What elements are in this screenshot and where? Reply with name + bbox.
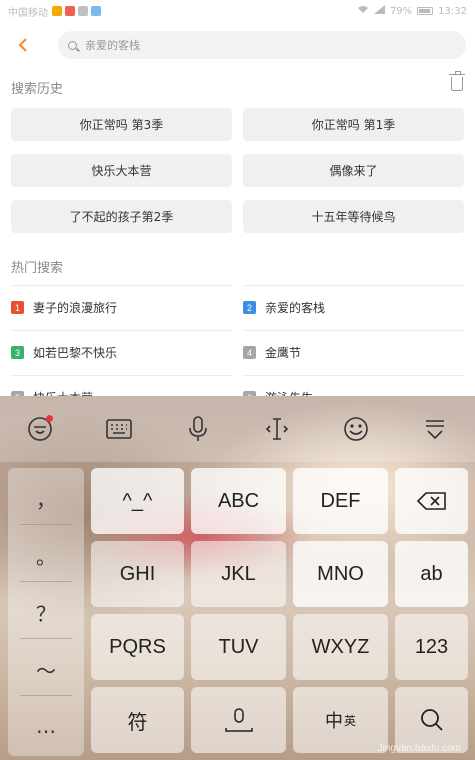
symbol-key[interactable]: ， [8,470,84,526]
key-wxyz[interactable]: WXYZ [293,614,388,680]
backspace-icon [416,492,446,510]
history-chip[interactable]: 你正常吗 第3季 [11,108,232,141]
backspace-key[interactable] [395,468,468,534]
key-emoticon[interactable]: ^_^ [91,468,184,534]
history-title: 搜索历史 [11,82,64,97]
symbol-key[interactable]: ～ [8,641,84,697]
keyboard-switch-button[interactable] [99,409,139,449]
wifi-icon [357,5,369,17]
search-input[interactable]: 亲爱的客栈 [58,31,466,59]
emoji-icon [344,417,369,441]
notification-app-icon [65,6,75,16]
watermark: Jingyan.baidu.com [377,743,461,754]
language-switch-key[interactable]: 中英 [293,687,388,753]
history-chip[interactable]: 快乐大本营 [11,154,232,187]
key-abc[interactable]: ABC [191,468,286,534]
key-def[interactable]: DEF [293,468,388,534]
hot-search-item[interactable]: 3 如若巴黎不快乐 [11,330,232,374]
battery-icon [417,7,434,15]
symbol-key[interactable]: ？ [8,584,84,640]
lang-main-label: 中 [324,711,343,731]
divider [20,638,72,639]
symbol-key[interactable]: 。 [8,527,84,583]
back-button[interactable] [0,22,46,68]
carrier-name: 中国移动 [8,7,48,19]
key-tuv[interactable]: TUV [191,614,286,680]
hide-keyboard-button[interactable] [415,409,455,449]
microphone-icon [224,708,253,732]
notification-dot [45,415,53,422]
trash-icon[interactable] [449,71,465,91]
space-key[interactable] [191,687,286,753]
search-placeholder: 亲爱的客栈 [85,39,140,52]
signal-icon [373,5,385,17]
key-symbols[interactable]: 符 [91,687,184,753]
cursor-button[interactable] [257,409,297,449]
key-mno[interactable]: MNO [293,541,388,607]
keyboard-icon [105,419,132,439]
status-bar: 中国移动 79% 13:32 [0,0,475,22]
history-chip[interactable]: 偶像来了 [243,154,464,187]
notification-icons [52,6,101,16]
chevron-left-icon [18,38,27,52]
battery-percent: 79% [389,5,413,17]
hide-keyboard-icon [426,420,445,440]
key-123[interactable]: 123 [395,614,468,680]
history-chip[interactable]: 你正常吗 第1季 [243,108,464,141]
divider [20,695,72,696]
key-jkl[interactable]: JKL [191,541,286,607]
rank-badge: 4 [243,346,256,359]
emoji-button[interactable] [336,409,376,449]
history-chip[interactable]: 十五年等待候鸟 [243,200,464,233]
notification-app-icon [78,6,88,16]
cursor-icon [265,418,289,440]
hot-search-title: 热门搜索 [11,261,64,276]
rank-badge: 1 [11,301,24,314]
key-ghi[interactable]: GHI [91,541,184,607]
key-pqrs[interactable]: PQRS [91,614,184,680]
search-header: 亲爱的客栈 [0,22,475,68]
hot-search-item[interactable]: 2 亲爱的客栈 [243,285,464,329]
lang-alt-label: 英 [343,713,356,728]
hot-search-item[interactable]: 4 金鹰节 [243,330,464,374]
divider [20,524,72,525]
hot-search-text: 妻子的浪漫旅行 [33,301,118,315]
hot-search-text: 如若巴黎不快乐 [33,346,118,360]
notification-app-icon [91,6,101,16]
rank-badge: 3 [11,346,24,359]
hot-search-text: 亲爱的客栈 [265,301,326,315]
symbol-key[interactable]: … [8,698,84,754]
key-ab[interactable]: ab [395,541,468,607]
clock: 13:32 [438,5,467,17]
keyboard-toolbar [0,396,475,462]
hot-search-item[interactable]: 1 妻子的浪漫旅行 [11,285,232,329]
ime-logo-button[interactable] [20,409,60,449]
hot-search-text: 金鹰节 [265,346,302,360]
divider [20,581,72,582]
voice-input-button[interactable] [178,409,218,449]
rank-badge: 2 [243,301,256,314]
history-chip[interactable]: 了不起的孩子第2季 [11,200,232,233]
search-icon [420,709,443,731]
search-icon [68,40,77,50]
soft-keyboard: ， 。 ？ ～ … ^_^ ABC DEF GHI JKL MNO ab PQR… [0,396,475,760]
notification-app-icon [52,6,62,16]
microphone-icon [189,416,207,441]
